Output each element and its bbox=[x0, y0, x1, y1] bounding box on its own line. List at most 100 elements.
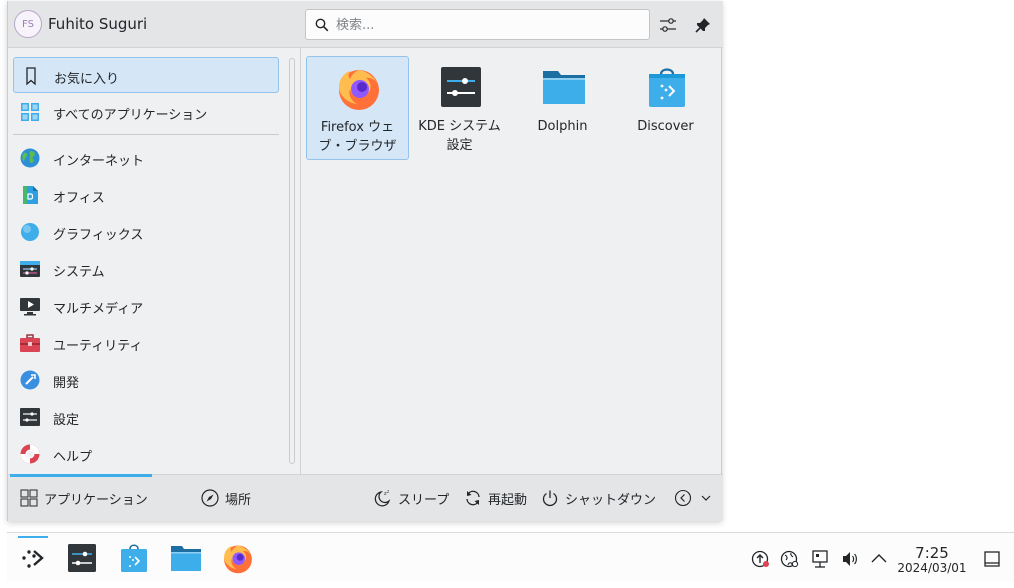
tab-applications[interactable]: アプリケーション bbox=[20, 487, 148, 509]
category-multimedia[interactable]: マルチメディア bbox=[13, 288, 279, 324]
category-graphics[interactable]: グラフィックス bbox=[13, 214, 279, 250]
more-session-options-button[interactable] bbox=[674, 487, 718, 509]
compass-icon bbox=[201, 489, 219, 507]
app-label: Dolphin bbox=[537, 119, 588, 134]
restart-button[interactable]: 再起動 bbox=[464, 487, 527, 509]
grid-icon bbox=[21, 103, 39, 121]
pin-button[interactable] bbox=[691, 13, 715, 37]
category-sidebar: お気に入り すべてのアプリケーション インターネット オフィス グラフィックス … bbox=[8, 48, 300, 474]
bookmark-icon bbox=[26, 67, 36, 86]
sliders-icon bbox=[660, 18, 676, 32]
category-label: ヘルプ bbox=[53, 450, 93, 465]
discover-icon bbox=[649, 68, 685, 107]
sleep-button[interactable]: z z スリープ bbox=[374, 487, 449, 509]
restart-label: 再起動 bbox=[488, 492, 528, 508]
category-label: グラフィックス bbox=[53, 228, 144, 243]
user-name: Fuhito Suguri bbox=[48, 15, 148, 33]
sleep-label: スリープ bbox=[398, 492, 450, 508]
network-globe-icon bbox=[780, 550, 799, 568]
clock-time[interactable]: 7:25 bbox=[900, 544, 964, 562]
search-icon bbox=[315, 17, 329, 36]
desktop: FS Fuhito Suguri 検索... お気に入り すべてのアプリケーショ… bbox=[0, 0, 1014, 588]
system-icon bbox=[20, 261, 40, 277]
restart-icon bbox=[466, 490, 480, 506]
wired-network-icon bbox=[812, 550, 828, 568]
category-all-applications[interactable]: すべてのアプリケーション bbox=[13, 94, 279, 130]
taskbar-panel: 7:25 2024/03/01 bbox=[7, 532, 1014, 582]
tray-expand-button[interactable] bbox=[869, 549, 889, 569]
category-label: オフィス bbox=[53, 191, 105, 206]
sidebar-divider bbox=[13, 134, 279, 135]
taskbar-dolphin[interactable] bbox=[170, 542, 202, 574]
chevron-up-icon bbox=[871, 554, 887, 563]
firefox-icon bbox=[224, 545, 252, 574]
tab-label: 場所 bbox=[225, 492, 252, 508]
development-icon bbox=[20, 370, 40, 390]
tab-label: アプリケーション bbox=[44, 492, 148, 508]
configure-button[interactable] bbox=[656, 13, 680, 37]
show-desktop-icon bbox=[984, 551, 1000, 567]
update-notification-icon bbox=[751, 550, 769, 568]
show-desktop-button[interactable] bbox=[982, 549, 1002, 569]
category-label: マルチメディア bbox=[53, 302, 144, 317]
category-label: 開発 bbox=[53, 376, 80, 391]
toolbox-icon bbox=[20, 334, 40, 352]
category-system[interactable]: システム bbox=[13, 251, 279, 287]
taskbar-firefox[interactable] bbox=[222, 542, 254, 574]
settings-icon bbox=[20, 408, 40, 426]
pin-icon bbox=[695, 18, 710, 33]
application-launcher: FS Fuhito Suguri 検索... お気に入り すべてのアプリケーショ… bbox=[7, 1, 723, 521]
category-label: 設定 bbox=[53, 413, 80, 428]
help-icon bbox=[20, 444, 40, 464]
category-help[interactable]: ヘルプ bbox=[13, 436, 279, 472]
category-settings[interactable]: 設定 bbox=[13, 399, 279, 435]
system-settings-icon bbox=[68, 544, 96, 572]
taskbar-discover[interactable] bbox=[118, 542, 150, 574]
tab-places[interactable]: 場所 bbox=[201, 487, 251, 509]
speaker-icon bbox=[843, 552, 857, 566]
search-field[interactable] bbox=[305, 9, 650, 40]
power-icon bbox=[542, 490, 558, 507]
launcher-header: FS Fuhito Suguri bbox=[8, 1, 723, 48]
clock-date[interactable]: 2024/03/01 bbox=[893, 561, 971, 575]
app-system-settings[interactable]: KDE システム 設定 bbox=[409, 56, 512, 160]
graphics-icon bbox=[21, 223, 39, 241]
favorites-grid: Firefox ウェ ブ・ブラウザ KDE システム 設定 Dolphin Di… bbox=[301, 48, 723, 474]
app-dolphin[interactable]: Dolphin bbox=[512, 56, 615, 160]
sleep-icon: z z bbox=[374, 489, 391, 507]
sidebar-scrollbar[interactable] bbox=[289, 58, 295, 464]
category-utilities[interactable]: ユーティリティ bbox=[13, 325, 279, 361]
discover-icon bbox=[121, 544, 147, 572]
folder-icon bbox=[543, 71, 585, 104]
multimedia-icon bbox=[20, 298, 40, 316]
category-label: すべてのアプリケーション bbox=[53, 108, 208, 123]
shutdown-button[interactable]: シャットダウン bbox=[541, 487, 656, 509]
app-discover[interactable]: Discover bbox=[615, 56, 718, 160]
tray-wired-network[interactable] bbox=[810, 549, 830, 569]
active-tab-indicator bbox=[10, 474, 152, 477]
app-label: Discover bbox=[637, 119, 694, 134]
category-label: お気に入り bbox=[54, 72, 120, 87]
category-office[interactable]: オフィス bbox=[13, 177, 279, 213]
kde-launcher-icon bbox=[22, 550, 44, 568]
category-favorites[interactable]: お気に入り bbox=[13, 57, 279, 93]
category-label: ユーティリティ bbox=[53, 339, 143, 354]
category-internet[interactable]: インターネット bbox=[13, 140, 279, 176]
tray-network[interactable] bbox=[780, 549, 800, 569]
firefox-icon bbox=[339, 70, 379, 110]
chevron-left-circle-icon bbox=[674, 489, 692, 507]
tray-volume[interactable] bbox=[840, 549, 860, 569]
category-label: インターネット bbox=[53, 154, 145, 169]
application-launcher-button[interactable] bbox=[18, 542, 50, 574]
shutdown-label: シャットダウン bbox=[565, 492, 657, 508]
app-label: KDE システム 設定 bbox=[418, 119, 501, 153]
search-input[interactable] bbox=[336, 15, 636, 35]
tray-updates[interactable] bbox=[751, 549, 771, 569]
svg-text:z: z bbox=[387, 489, 389, 494]
category-development[interactable]: 開発 bbox=[13, 362, 279, 398]
chevron-down-icon bbox=[701, 495, 711, 501]
taskbar-system-settings[interactable] bbox=[66, 542, 98, 574]
launcher-active-indicator bbox=[18, 536, 48, 538]
user-avatar[interactable]: FS bbox=[14, 10, 42, 38]
app-firefox[interactable]: Firefox ウェ ブ・ブラウザ bbox=[306, 56, 409, 160]
